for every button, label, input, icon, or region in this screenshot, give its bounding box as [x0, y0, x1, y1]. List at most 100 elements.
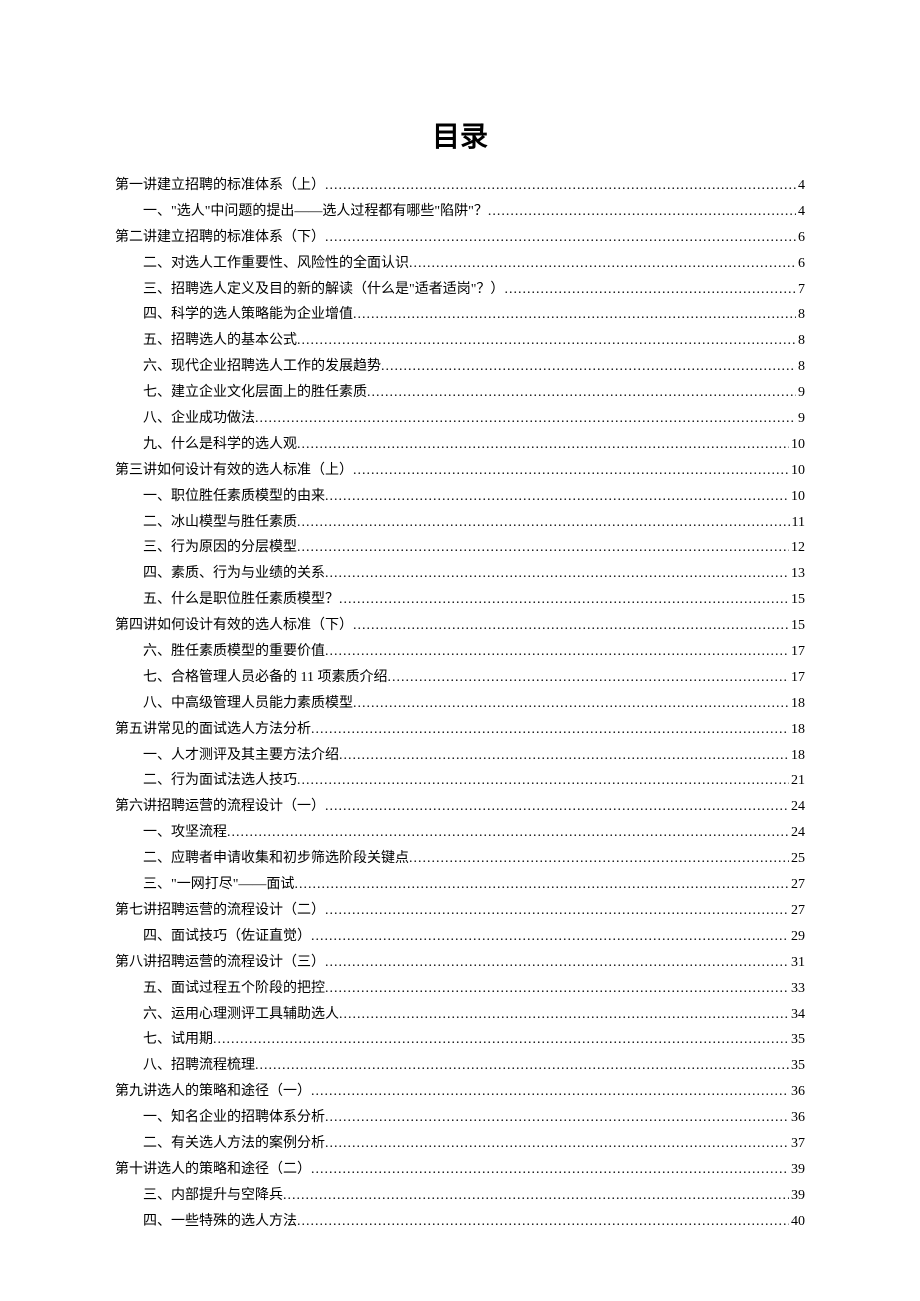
toc-entry-page: 11 — [790, 510, 805, 536]
toc-entry: 一、人才测评及其主要方法介绍18 — [115, 743, 805, 769]
toc-leader-dots — [325, 225, 796, 251]
toc-entry: 六、胜任素质模型的重要价值17 — [115, 639, 805, 665]
toc-entry-label: 一、知名企业的招聘体系分析 — [143, 1105, 325, 1131]
toc-entry: 五、面试过程五个阶段的把控33 — [115, 976, 805, 1002]
toc-leader-dots — [325, 173, 796, 199]
toc-entry: 第三讲如何设计有效的选人标准（上）10 — [115, 458, 805, 484]
toc-container: 第一讲建立招聘的标准体系（上）4一、"选人"中问题的提出——选人过程都有哪些"陷… — [115, 173, 805, 1235]
toc-entry: 三、招聘选人定义及目的新的解读（什么是"适者适岗"？）7 — [115, 277, 805, 303]
toc-entry-label: 五、什么是职位胜任素质模型？ — [143, 587, 339, 613]
toc-entry: 一、攻坚流程 24 — [115, 820, 805, 846]
toc-leader-dots — [325, 561, 789, 587]
toc-entry-label: 五、招聘选人的基本公式 — [143, 328, 297, 354]
toc-entry: 第九讲选人的策略和途径（一）36 — [115, 1079, 805, 1105]
toc-entry-page: 10 — [789, 484, 805, 510]
toc-leader-dots — [227, 820, 789, 846]
toc-entry: 第四讲如何设计有效的选人标准（下）15 — [115, 613, 805, 639]
toc-leader-dots — [311, 717, 789, 743]
toc-entry-page: 27 — [789, 872, 805, 898]
toc-entry: 第五讲常见的面试选人方法分析18 — [115, 717, 805, 743]
toc-leader-dots — [297, 768, 789, 794]
toc-entry-page: 34 — [789, 1002, 805, 1028]
toc-entry-label: 一、职位胜任素质模型的由来 — [143, 484, 325, 510]
toc-entry-page: 29 — [789, 924, 805, 950]
toc-entry: 七、试用期35 — [115, 1027, 805, 1053]
toc-entry-label: 三、行为原因的分层模型 — [143, 535, 297, 561]
toc-entry: 二、对选人工作重要性、风险性的全面认识6 — [115, 251, 805, 277]
toc-leader-dots — [353, 458, 789, 484]
toc-entry: 三、"一网打尽"——面试27 — [115, 872, 805, 898]
toc-entry-page: 9 — [796, 406, 805, 432]
toc-entry-label: 二、冰山模型与胜任素质 — [143, 510, 297, 536]
toc-entry-label: 一、"选人"中问题的提出——选人过程都有哪些"陷阱"？ — [143, 199, 488, 225]
toc-entry: 二、应聘者申请收集和初步筛选阶段关键点25 — [115, 846, 805, 872]
toc-title: 目录 — [115, 115, 805, 155]
toc-entry-page: 7 — [796, 277, 805, 303]
toc-entry-label: 八、企业成功做法 — [143, 406, 255, 432]
toc-leader-dots — [255, 1053, 789, 1079]
toc-entry-label: 第一讲建立招聘的标准体系（上） — [115, 173, 325, 199]
toc-entry-page: 8 — [796, 328, 805, 354]
toc-entry: 三、内部提升与空降兵 39 — [115, 1183, 805, 1209]
toc-entry-page: 21 — [789, 768, 805, 794]
toc-entry-page: 40 — [789, 1209, 805, 1235]
toc-entry-page: 31 — [789, 950, 805, 976]
toc-entry: 第七讲招聘运营的流程设计（二）27 — [115, 898, 805, 924]
toc-entry-page: 37 — [789, 1131, 805, 1157]
toc-entry-label: 八、招聘流程梳理 — [143, 1053, 255, 1079]
toc-entry: 五、什么是职位胜任素质模型？15 — [115, 587, 805, 613]
toc-leader-dots — [339, 743, 789, 769]
toc-leader-dots — [325, 794, 789, 820]
toc-entry-label: 二、对选人工作重要性、风险性的全面认识 — [143, 251, 409, 277]
toc-entry-label: 第六讲招聘运营的流程设计（一） — [115, 794, 325, 820]
toc-leader-dots — [297, 1209, 789, 1235]
toc-entry: 第八讲招聘运营的流程设计（三） 31 — [115, 950, 805, 976]
toc-entry-label: 第四讲如何设计有效的选人标准（下） — [115, 613, 353, 639]
toc-entry-page: 18 — [789, 717, 805, 743]
toc-entry-page: 8 — [796, 354, 805, 380]
toc-leader-dots — [325, 484, 789, 510]
toc-entry: 四、素质、行为与业绩的关系 13 — [115, 561, 805, 587]
toc-entry-page: 13 — [789, 561, 805, 587]
toc-leader-dots — [504, 277, 796, 303]
toc-entry: 六、运用心理测评工具辅助选人 34 — [115, 1002, 805, 1028]
toc-entry-label: 七、建立企业文化层面上的胜任素质 — [143, 380, 367, 406]
toc-entry: 第六讲招聘运营的流程设计（一）24 — [115, 794, 805, 820]
toc-leader-dots — [353, 302, 796, 328]
toc-leader-dots — [297, 432, 789, 458]
toc-leader-dots — [387, 665, 789, 691]
toc-entry-label: 二、应聘者申请收集和初步筛选阶段关键点 — [143, 846, 409, 872]
toc-entry-page: 39 — [789, 1183, 805, 1209]
toc-entry-label: 六、现代企业招聘选人工作的发展趋势 — [143, 354, 381, 380]
toc-entry: 一、"选人"中问题的提出——选人过程都有哪些"陷阱"？ 4 — [115, 199, 805, 225]
toc-entry: 八、中高级管理人员能力素质模型18 — [115, 691, 805, 717]
toc-entry-page: 4 — [796, 173, 805, 199]
toc-entry-page: 35 — [789, 1053, 805, 1079]
toc-leader-dots — [488, 199, 796, 225]
toc-leader-dots — [353, 613, 789, 639]
toc-leader-dots — [311, 1079, 789, 1105]
toc-leader-dots — [339, 1002, 789, 1028]
toc-entry: 二、行为面试法选人技巧21 — [115, 768, 805, 794]
toc-entry-page: 6 — [796, 225, 805, 251]
toc-entry: 二、有关选人方法的案例分析37 — [115, 1131, 805, 1157]
toc-entry-label: 一、攻坚流程 — [143, 820, 227, 846]
toc-entry-label: 第二讲建立招聘的标准体系（下） — [115, 225, 325, 251]
toc-entry: 四、面试技巧（佐证直觉）29 — [115, 924, 805, 950]
toc-entry-label: 四、一些特殊的选人方法 — [143, 1209, 297, 1235]
toc-entry-label: 六、运用心理测评工具辅助选人 — [143, 1002, 339, 1028]
toc-leader-dots — [325, 1105, 789, 1131]
toc-entry: 七、合格管理人员必备的 11 项素质介绍17 — [115, 665, 805, 691]
toc-entry-page: 35 — [789, 1027, 805, 1053]
toc-entry-label: 第八讲招聘运营的流程设计（三） — [115, 950, 325, 976]
toc-entry-page: 4 — [796, 199, 805, 225]
toc-entry-label: 四、素质、行为与业绩的关系 — [143, 561, 325, 587]
toc-leader-dots — [353, 691, 789, 717]
toc-entry-page: 24 — [789, 820, 805, 846]
toc-entry-label: 六、胜任素质模型的重要价值 — [143, 639, 325, 665]
toc-entry-page: 10 — [789, 458, 805, 484]
toc-entry: 第二讲建立招聘的标准体系（下） 6 — [115, 225, 805, 251]
toc-entry: 七、建立企业文化层面上的胜任素质9 — [115, 380, 805, 406]
toc-entry-label: 三、内部提升与空降兵 — [143, 1183, 283, 1209]
toc-leader-dots — [297, 328, 796, 354]
